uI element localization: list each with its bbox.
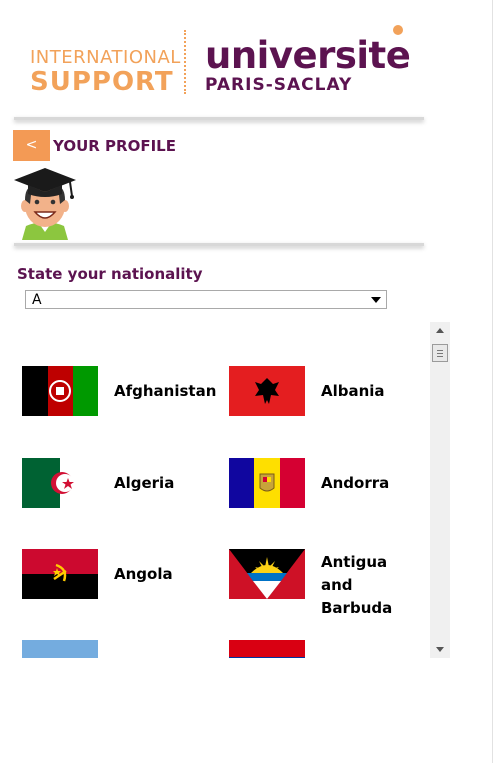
scrollbar-thumb[interactable]	[432, 344, 448, 362]
country-name: Algeria	[114, 474, 175, 492]
logo-support-text: SUPPORT	[30, 67, 174, 97]
country-name: Albania	[321, 382, 385, 400]
country-item-armenia[interactable]	[229, 640, 305, 658]
scroll-down-icon[interactable]	[436, 647, 444, 652]
antigua-and-barbuda-flag-icon	[229, 549, 305, 599]
window-edge	[492, 0, 493, 763]
logo-international-text: INTERNATIONAL	[30, 47, 181, 68]
back-button[interactable]: <	[13, 130, 50, 161]
profile-divider	[14, 243, 424, 246]
header-logo: INTERNATIONAL SUPPORT universite PARIS-S…	[0, 0, 430, 120]
argentina-flag-icon	[22, 640, 98, 658]
country-item-algeria[interactable]: Algeria	[22, 458, 222, 508]
country-list-scrollbar[interactable]	[430, 322, 450, 658]
logo-divider	[184, 30, 186, 94]
header-divider	[14, 117, 424, 120]
country-item-afghanistan[interactable]: Afghanistan	[22, 366, 222, 416]
andorra-flag-icon	[229, 458, 305, 508]
chevron-down-icon[interactable]	[371, 297, 381, 303]
nationality-select[interactable]: A	[25, 290, 387, 309]
algeria-flag-icon	[22, 458, 98, 508]
universite-paris-saclay-logo: universite PARIS-SACLAY	[205, 34, 411, 95]
page-title: YOUR PROFILE	[53, 137, 176, 155]
country-item-angola[interactable]: Angola	[22, 549, 222, 599]
country-name: Angola	[114, 565, 173, 583]
albania-flag-icon	[229, 366, 305, 416]
logo-universite-text: universite	[205, 34, 411, 77]
country-name: Afghanistan	[114, 382, 217, 400]
country-item-argentina[interactable]	[22, 640, 98, 658]
country-name: Antigua and Barbuda	[321, 553, 393, 617]
nationality-selected-value: A	[32, 292, 42, 308]
nationality-label: State your nationality	[17, 265, 203, 283]
logo-paris-saclay-text: PARIS-SACLAY	[205, 75, 353, 95]
armenia-flag-icon	[229, 640, 305, 658]
afghanistan-flag-icon	[22, 366, 98, 416]
country-list: Afghanistan Albania Algeria Andorra Ango…	[14, 322, 430, 658]
country-item-antigua-and-barbuda[interactable]: Antigua and Barbuda	[229, 549, 429, 617]
angola-flag-icon	[22, 549, 98, 599]
international-support-logo: INTERNATIONAL SUPPORT	[30, 47, 181, 97]
country-name: Andorra	[321, 474, 390, 492]
scroll-up-icon[interactable]	[436, 328, 444, 333]
graduate-avatar-icon	[12, 160, 78, 240]
logo-dot	[393, 25, 403, 35]
country-item-andorra[interactable]: Andorra	[229, 458, 429, 508]
country-item-albania[interactable]: Albania	[229, 366, 429, 416]
